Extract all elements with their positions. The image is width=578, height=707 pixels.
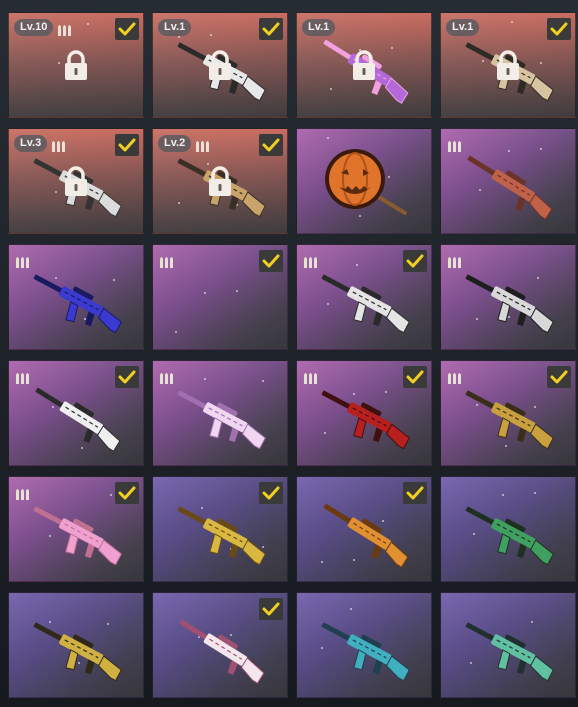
selected-checkmark-icon [115, 18, 139, 40]
ammo-icon [52, 141, 65, 152]
weapon-skin-card[interactable] [296, 592, 432, 698]
level-badge: Lv.10 [14, 19, 54, 36]
selected-checkmark-icon [403, 482, 427, 504]
selected-checkmark-icon [547, 366, 571, 388]
ammo-icon [304, 373, 317, 384]
selected-checkmark-icon [259, 134, 283, 156]
ak-cyan-icon [321, 622, 410, 682]
weapon-skin-card[interactable]: Lv.2 [152, 128, 288, 234]
ammo-icon [160, 373, 173, 384]
selected-checkmark-icon [115, 134, 139, 156]
selected-checkmark-icon [259, 482, 283, 504]
weapon-skin-card[interactable] [296, 476, 432, 582]
weapon-skin-card[interactable] [152, 476, 288, 582]
ammo-icon [448, 373, 461, 384]
level-badge: Lv.1 [158, 19, 192, 36]
selected-checkmark-icon [115, 482, 139, 504]
lock-icon [353, 50, 375, 80]
weapon-skin-card[interactable]: Lv.1 [440, 12, 576, 118]
ak-teal-camo-icon [465, 622, 554, 682]
weapon-skin-card[interactable] [152, 592, 288, 698]
lock-icon [65, 166, 87, 196]
selected-checkmark-icon [403, 366, 427, 388]
selected-checkmark-icon [403, 250, 427, 272]
lock-icon [209, 50, 231, 80]
weapon-skin-card[interactable] [440, 128, 576, 234]
weapon-skin-card[interactable]: Lv.3 [8, 128, 144, 234]
weapon-skin-card[interactable] [440, 244, 576, 350]
ammo-icon [304, 257, 317, 268]
ammo-icon [196, 141, 209, 152]
level-badge: Lv.1 [302, 19, 336, 36]
weapon-skin-card[interactable]: Lv.1 [152, 12, 288, 118]
ammo-icon [448, 257, 461, 268]
ammo-icon [16, 257, 29, 268]
level-badge: Lv.1 [446, 19, 480, 36]
weapon-skin-card[interactable]: Lv.10 [8, 12, 144, 118]
ammo-icon [16, 373, 29, 384]
ammo-icon [160, 257, 173, 268]
selected-checkmark-icon [259, 598, 283, 620]
weapon-skin-card[interactable] [8, 476, 144, 582]
ak-green-camo-icon [465, 506, 554, 566]
weapon-skin-card[interactable] [152, 360, 288, 466]
weapon-skin-card[interactable] [296, 244, 432, 350]
weapon-skin-card[interactable] [440, 360, 576, 466]
ak-leopard-icon [33, 622, 122, 682]
ammo-icon [16, 489, 29, 500]
pumpkin-pan-icon [325, 149, 407, 215]
ammo-icon [448, 141, 461, 152]
weapon-skin-grid: Lv.10 Lv.1 Lv.1 Lv.1 Lv.3 Lv.2 [0, 0, 578, 707]
weapon-skin-card[interactable] [8, 360, 144, 466]
selected-checkmark-icon [259, 18, 283, 40]
selected-checkmark-icon [115, 366, 139, 388]
weapon-skin-card[interactable] [152, 244, 288, 350]
lock-icon [209, 166, 231, 196]
selected-checkmark-icon [547, 18, 571, 40]
weapon-skin-card[interactable] [440, 592, 576, 698]
level-badge: Lv.2 [158, 135, 192, 152]
ammo-icon [58, 25, 71, 36]
level-badge: Lv.3 [14, 135, 48, 152]
weapon-skin-card[interactable] [8, 244, 144, 350]
lock-icon [65, 50, 87, 80]
weapon-skin-card[interactable]: Lv.1 [296, 12, 432, 118]
weapon-skin-card[interactable] [296, 360, 432, 466]
lock-icon [497, 50, 519, 80]
selected-checkmark-icon [259, 250, 283, 272]
weapon-skin-card[interactable] [296, 128, 432, 234]
weapon-skin-card[interactable] [440, 476, 576, 582]
weapon-skin-card[interactable] [8, 592, 144, 698]
